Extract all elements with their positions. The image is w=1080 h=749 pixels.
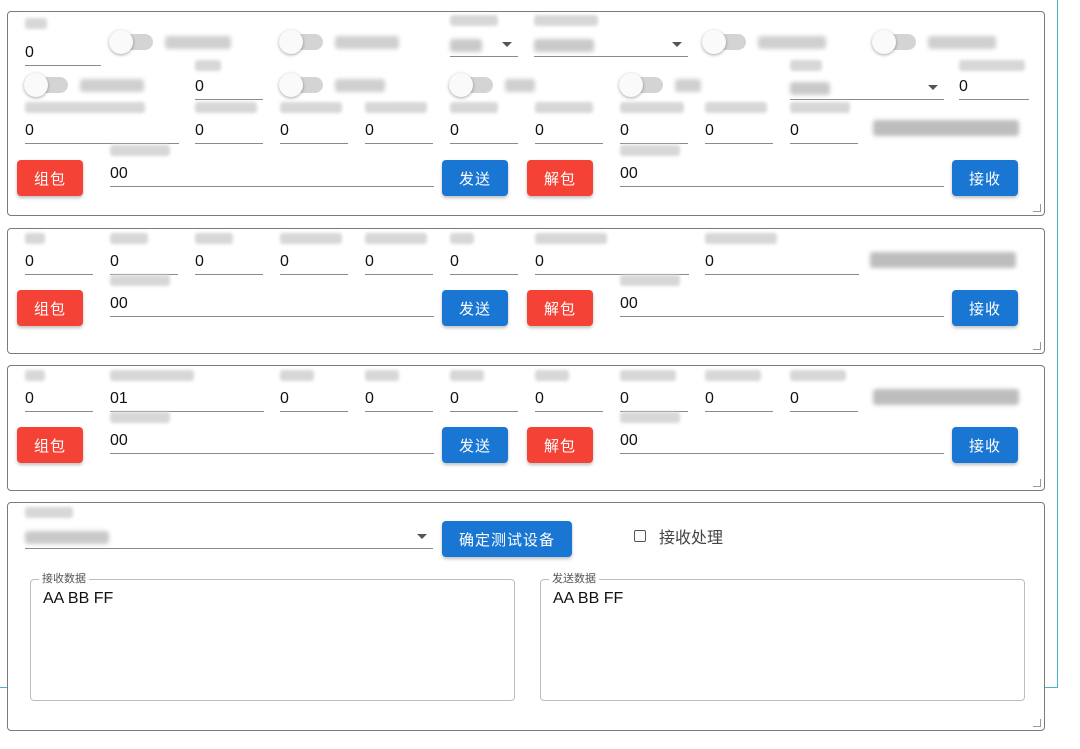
panel2-num-6[interactable]: 0 [450, 233, 518, 275]
panel1-num-3[interactable]: 0 [280, 102, 348, 144]
panel3-num-1[interactable]: 0 [25, 370, 93, 412]
panel2-num-1[interactable]: 0 [25, 233, 93, 275]
panel1-toggle-8[interactable] [619, 73, 739, 97]
panel1-toggle-2[interactable] [279, 30, 419, 54]
panel3-num-7[interactable]: 0 [620, 370, 688, 412]
panel1-field-a[interactable]: 0 [25, 18, 101, 66]
panel1-num-6[interactable]: 0 [535, 102, 603, 144]
receive-button[interactable]: 接收 [952, 160, 1018, 196]
panel-4: 确定测试设备 接收处理 接收数据 AA BB FF 发送数据 AA BB FF [7, 502, 1045, 731]
resize-handle-icon[interactable] [1033, 479, 1041, 487]
resize-handle-icon[interactable] [1033, 204, 1041, 212]
panel3-num-3[interactable]: 0 [280, 370, 348, 412]
send-button[interactable]: 发送 [442, 160, 508, 196]
receive-button[interactable]: 接收 [952, 427, 1018, 463]
pack-button[interactable]: 组包 [17, 427, 83, 463]
receive-data-legend: 接收数据 [39, 572, 89, 586]
receive-process-label: 接收处理 [659, 530, 724, 547]
chevron-down-icon [928, 85, 938, 90]
panel3-num-4[interactable]: 0 [365, 370, 433, 412]
panel1-num-9[interactable]: 0 [790, 102, 858, 144]
panel1-field-last[interactable]: 0 [959, 60, 1029, 100]
panel-3: 0 01 0 0 0 0 0 0 0 组包 00 发送 解包 00 接收 [7, 365, 1045, 491]
panel1-toggle-7[interactable] [449, 73, 569, 97]
pack-button[interactable]: 组包 [17, 290, 83, 326]
panel1-select-b[interactable] [450, 15, 518, 57]
send-data-legend: 发送数据 [549, 572, 599, 586]
resize-handle-icon[interactable] [1033, 342, 1041, 350]
panel1-select-e[interactable] [790, 60, 944, 100]
chevron-down-icon [672, 42, 682, 47]
panel3-num-6[interactable]: 0 [535, 370, 603, 412]
panel2-num-5[interactable]: 0 [365, 233, 433, 275]
chevron-down-icon [502, 42, 512, 47]
unpack-button[interactable]: 解包 [527, 160, 593, 196]
unpack-button[interactable]: 解包 [527, 290, 593, 326]
unpack-button[interactable]: 解包 [527, 427, 593, 463]
chevron-down-icon [417, 534, 427, 539]
panel2-send-hex-input[interactable]: 00 [110, 275, 434, 317]
send-data-content: AA BB FF [553, 590, 624, 607]
panel1-num-5[interactable]: 0 [450, 102, 518, 144]
panel3-num-5[interactable]: 0 [450, 370, 518, 412]
panel-2: 0 0 0 0 0 0 0 0 组包 00 发送 解包 00 接收 [7, 228, 1045, 354]
receive-button[interactable]: 接收 [952, 290, 1018, 326]
receive-process-checkbox[interactable]: 接收处理 [634, 524, 723, 548]
test-device-select[interactable] [25, 507, 433, 549]
panel1-toggle-6[interactable] [279, 73, 419, 97]
panel1-blurred-label [873, 120, 1019, 136]
panel3-num-2[interactable]: 01 [110, 370, 264, 412]
panel2-num-2[interactable]: 0 [110, 233, 178, 275]
panel1-send-hex-input[interactable]: 00 [110, 145, 434, 187]
panel1-num-8[interactable]: 0 [705, 102, 773, 144]
panel2-num-3[interactable]: 0 [195, 233, 263, 275]
panel2-num-8[interactable]: 0 [705, 233, 859, 275]
send-button[interactable]: 发送 [442, 290, 508, 326]
resize-handle-icon[interactable] [1033, 719, 1041, 727]
pack-button[interactable]: 组包 [17, 160, 83, 196]
panel2-num-7[interactable]: 0 [535, 233, 689, 275]
send-data-textarea[interactable]: 发送数据 AA BB FF [540, 572, 1025, 701]
panel3-num-9[interactable]: 0 [790, 370, 858, 412]
receive-data-content: AA BB FF [43, 590, 114, 607]
panel1-num-2[interactable]: 0 [195, 102, 263, 144]
panel1-num-4[interactable]: 0 [365, 102, 433, 144]
panel3-num-8[interactable]: 0 [705, 370, 773, 412]
panel1-recv-hex-input[interactable]: 00 [620, 145, 944, 187]
send-button[interactable]: 发送 [442, 427, 508, 463]
panel1-toggle-3[interactable] [702, 30, 842, 54]
panel1-toggle-4[interactable] [872, 30, 1012, 54]
panel1-num-1[interactable]: 0 [25, 102, 179, 144]
panel2-recv-hex-input[interactable]: 00 [620, 275, 944, 317]
confirm-test-device-button[interactable]: 确定测试设备 [442, 521, 572, 557]
panel3-recv-hex-input[interactable]: 00 [620, 412, 944, 454]
panel3-send-hex-input[interactable]: 00 [110, 412, 434, 454]
panel2-blurred-label [870, 252, 1016, 268]
panel1-select-c[interactable] [534, 15, 688, 57]
panel2-num-4[interactable]: 0 [280, 233, 348, 275]
panel1-toggle-5[interactable] [24, 73, 164, 97]
panel1-field-d[interactable]: 0 [195, 60, 263, 100]
panel1-toggle-1[interactable] [109, 30, 249, 54]
receive-data-textarea[interactable]: 接收数据 AA BB FF [30, 572, 515, 701]
checkbox-icon[interactable] [634, 530, 646, 542]
panel-1: 0 0 0 0 0 0 0 0 0 0 0 0 组包 00 发送 解包 00 接… [7, 11, 1045, 216]
panel1-num-7[interactable]: 0 [620, 102, 688, 144]
panel3-blurred-label [873, 389, 1019, 405]
guide-line-vertical [1057, 0, 1058, 688]
